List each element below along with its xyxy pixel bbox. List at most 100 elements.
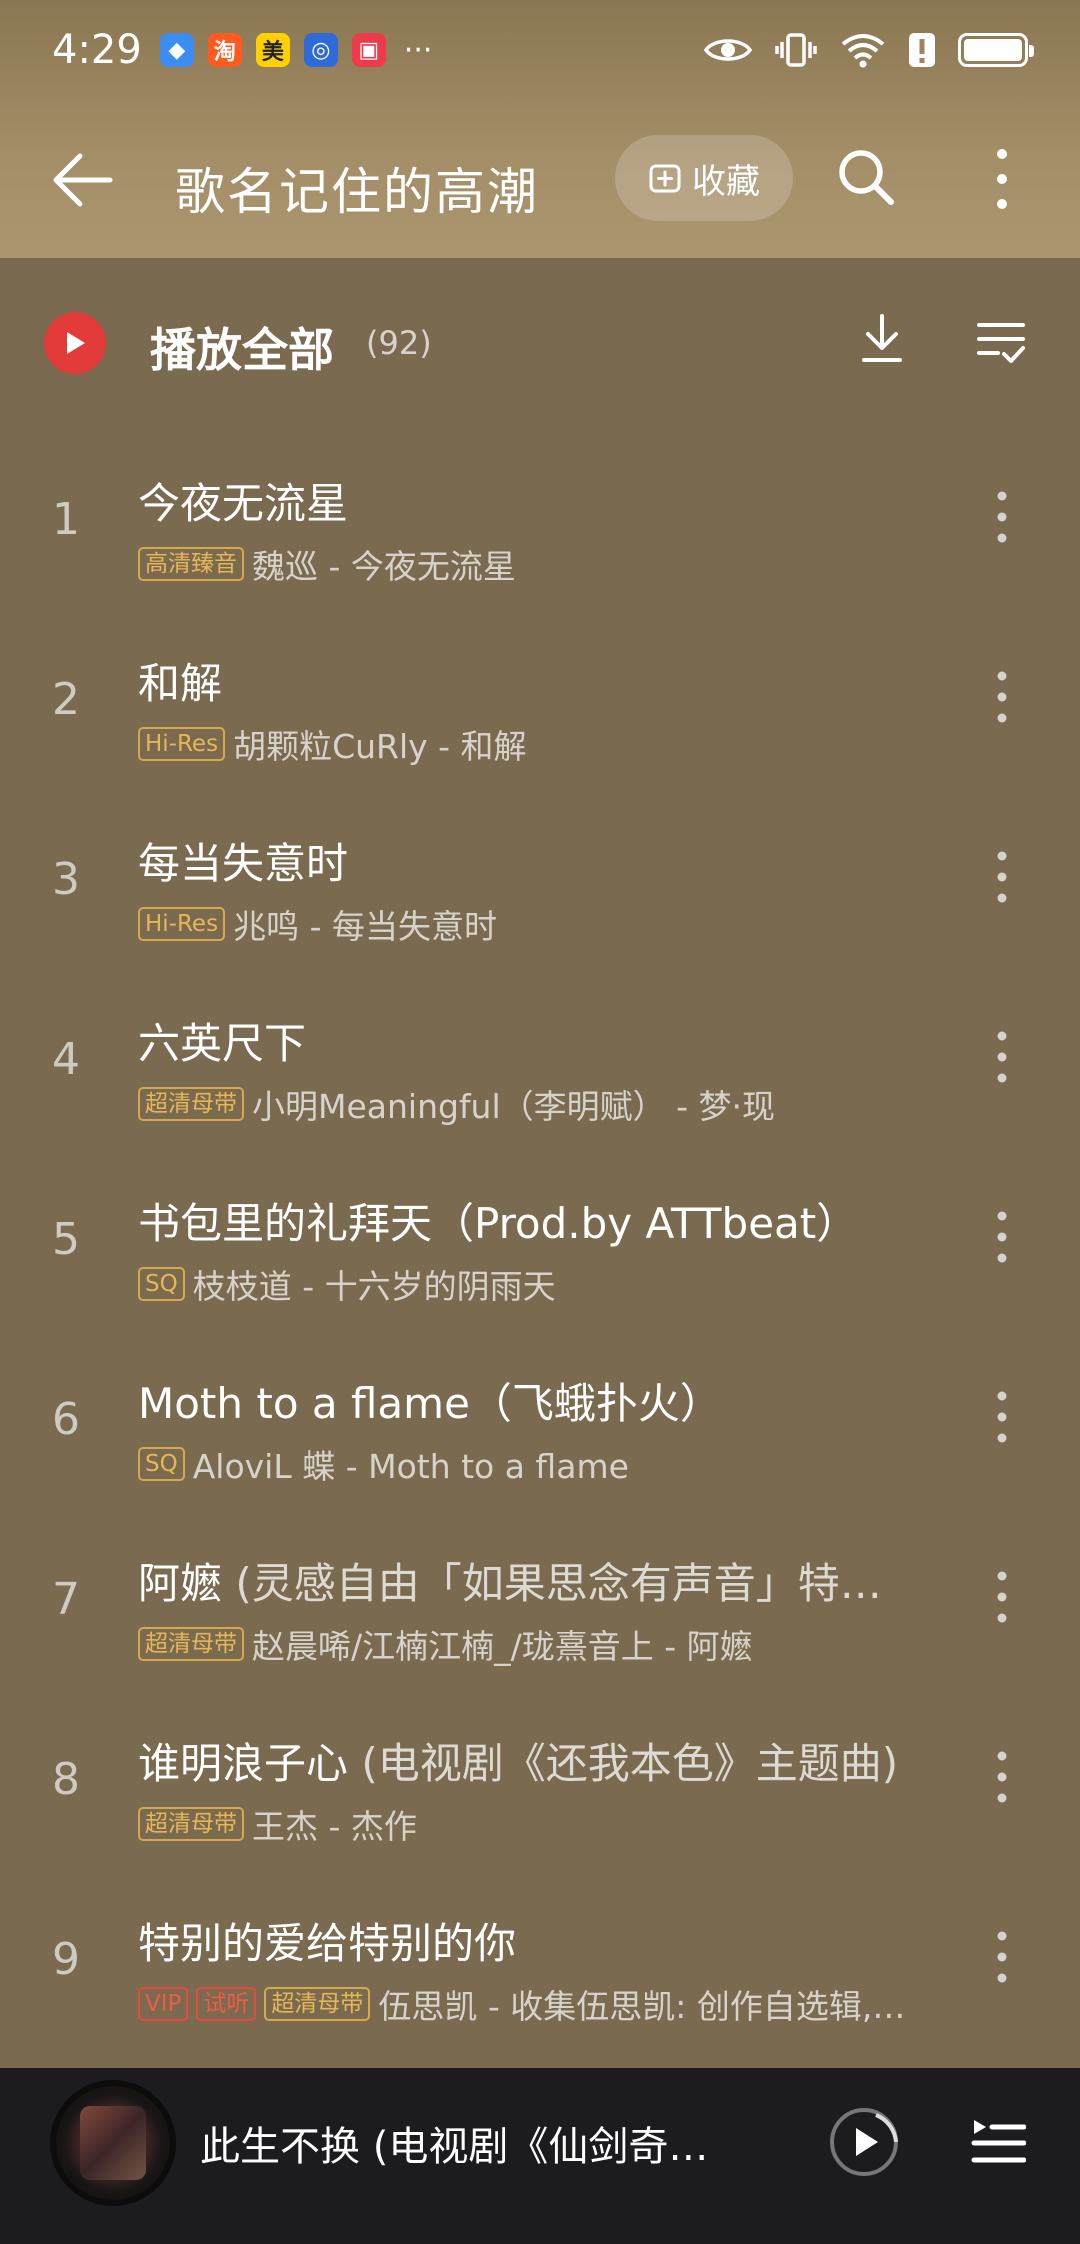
artist-album: AloviL 蝶 - Moth to a flame	[192, 1447, 629, 1486]
artist-album: 伍思凯 - 收集伍思凯: 创作自选辑,…	[378, 1987, 906, 2026]
song-meta: SQ AloviL 蝶 - Moth to a flame	[138, 1440, 629, 1488]
song-meta: SQ 枝枝道 - 十六岁的阴雨天	[138, 1260, 556, 1308]
song-title-subtitle: (灵感自由「如果思念有声音」特…	[222, 1559, 882, 1608]
favorite-button[interactable]: 收藏	[615, 135, 793, 221]
multi-select-icon[interactable]	[976, 320, 1026, 366]
song-title: 书包里的礼拜天（Prod.by ATTbeat）	[138, 1190, 858, 1251]
song-title-main: 和解	[138, 659, 223, 708]
meituan-icon: 美	[255, 33, 290, 67]
song-row[interactable]: 7 阿嬷 (灵感自由「如果思念有声音」特… 超清母带 赵晨唏/江楠江楠_/珑熹音上 -…	[0, 1508, 1080, 1688]
song-more-icon[interactable]	[996, 1030, 1008, 1084]
song-title-main: 六英尺下	[138, 1019, 307, 1068]
song-title-main: 阿嬷	[138, 1559, 223, 1608]
taobao-icon: 淘	[207, 33, 242, 67]
artist-album: 兆鸣 - 每当失意时	[233, 907, 497, 946]
album-art[interactable]	[50, 2080, 176, 2206]
artist-album: 小明Meaningful（李明赋） - 梦·现	[252, 1087, 776, 1126]
song-title: 六英尺下	[138, 1010, 306, 1071]
song-more-icon[interactable]	[996, 1930, 1008, 1984]
song-more-icon[interactable]	[996, 490, 1008, 544]
app-icon-lightbulb: ◎	[303, 33, 338, 67]
search-icon[interactable]	[835, 146, 897, 208]
app-icon-blue: ◆	[159, 33, 194, 67]
song-more-icon[interactable]	[996, 1570, 1008, 1624]
eye-icon	[704, 39, 752, 61]
song-title-main: 每当失意时	[138, 839, 349, 888]
song-more-icon[interactable]	[996, 670, 1008, 724]
song-number: 1	[52, 494, 80, 545]
play-all-label[interactable]: 播放全部	[150, 314, 334, 380]
song-title-subtitle: (电视剧《还我本色》主题曲)	[348, 1739, 899, 1788]
song-more-icon[interactable]	[996, 1390, 1008, 1444]
now-playing-title[interactable]: 此生不换 (电视剧《仙剑奇…	[200, 2114, 708, 2172]
song-title-main: 今夜无流星	[138, 479, 349, 528]
song-count: (92)	[366, 324, 432, 362]
quality-badge: Hi-Res	[138, 907, 226, 941]
page-title: 歌名记住的高潮	[175, 163, 539, 221]
song-title: 阿嬷 (灵感自由「如果思念有声音」特…	[138, 1550, 882, 1611]
song-row[interactable]: 1 今夜无流星高清臻音 魏巡 - 今夜无流星	[0, 428, 1080, 608]
song-meta: 超清母带 小明Meaningful（李明赋） - 梦·现	[138, 1080, 775, 1128]
song-number: 3	[52, 854, 80, 905]
song-title-main: 特别的爱给特别的你	[138, 1919, 517, 1968]
song-title: 每当失意时	[138, 830, 348, 891]
back-arrow-icon[interactable]	[50, 150, 114, 210]
artist-album: 枝枝道 - 十六岁的阴雨天	[192, 1267, 556, 1306]
song-title-main: Moth to a flame（飞蛾扑火）	[138, 1379, 722, 1428]
playlist-icon[interactable]	[970, 2114, 1026, 2168]
song-title: Moth to a flame（飞蛾扑火）	[138, 1370, 722, 1431]
mini-player[interactable]: 此生不换 (电视剧《仙剑奇…	[0, 2068, 1080, 2244]
quality-badge: 超清母带	[138, 1627, 244, 1661]
song-more-icon[interactable]	[996, 850, 1008, 904]
artist-album: 赵晨唏/江楠江楠_/珑熹音上 - 阿嬷	[252, 1627, 753, 1666]
song-title-main: 书包里的礼拜天（Prod.by ATTbeat）	[138, 1199, 859, 1248]
quality-badge: SQ	[138, 1447, 185, 1481]
song-row[interactable]: 6 Moth to a flame（飞蛾扑火） SQ AloviL 蝶 - Moth …	[0, 1328, 1080, 1508]
song-number: 2	[52, 674, 80, 725]
artist-album: 魏巡 - 今夜无流星	[252, 547, 516, 586]
song-more-icon[interactable]	[996, 1210, 1008, 1264]
wifi-icon	[841, 34, 885, 68]
song-row[interactable]: 2 和解 Hi-Res 胡颗粒CuRly - 和解	[0, 608, 1080, 788]
song-row[interactable]: 9 特别的爱给特别的你 VIP 试听 超清母带 伍思凯 - 收集伍思凯: 创作自选辑,…	[0, 1868, 1080, 2048]
song-title: 特别的爱给特别的你	[138, 1910, 516, 1971]
notification-icons: ◆ 淘美 ◎ ▣	[159, 33, 400, 67]
song-row[interactable]: 4 六英尺下超清母带 小明Meaningful（李明赋） - 梦·现	[0, 968, 1080, 1148]
song-number: 8	[52, 1754, 80, 1805]
more-notifications-icon: ···	[403, 32, 433, 68]
artist-album: 王杰 - 杰作	[252, 1807, 417, 1846]
song-title: 谁明浪子心 (电视剧《还我本色》主题曲)	[138, 1730, 898, 1791]
song-number: 9	[52, 1934, 80, 1985]
quality-badge: SQ	[138, 1267, 185, 1301]
song-row[interactable]: 5 书包里的礼拜天（Prod.by ATTbeat） SQ 枝枝道 - 十六岁的阴雨天	[0, 1148, 1080, 1328]
status-time: 4:29	[52, 27, 142, 73]
song-row[interactable]: 8 谁明浪子心 (电视剧《还我本色》主题曲) 超清母带 王杰 - 杰作	[0, 1688, 1080, 1868]
toolbar: 歌名记住的高潮 收藏	[0, 120, 1080, 240]
quality-badge: Hi-Res	[138, 727, 226, 761]
song-title-main: 谁明浪子心	[138, 1739, 349, 1788]
more-options-icon[interactable]	[990, 146, 1014, 212]
download-icon[interactable]	[860, 312, 904, 366]
trial-badge: 试听	[196, 1987, 257, 2021]
song-more-icon[interactable]	[996, 1750, 1008, 1804]
vip-badge: VIP	[138, 1987, 189, 2021]
song-title: 今夜无流星	[138, 470, 348, 531]
quality-badge: 超清母带	[264, 1987, 371, 2021]
song-number: 6	[52, 1394, 80, 1445]
battery-icon	[958, 33, 1034, 67]
song-meta: 高清臻音 魏巡 - 今夜无流星	[138, 540, 516, 588]
song-row[interactable]: 3 每当失意时 Hi-Res 兆鸣 - 每当失意时	[0, 788, 1080, 968]
quality-badge: 超清母带	[138, 1087, 244, 1121]
song-list-panel: 播放全部 (92) 1 今夜无流星 高清臻音 魏巡 - 今夜无流星 2 和解 Hi-Res 胡…	[0, 258, 1080, 2068]
song-number: 7	[52, 1574, 80, 1625]
quality-badge: 超清母带	[138, 1807, 244, 1841]
song-title: 和解	[138, 650, 222, 711]
play-all-icon[interactable]	[44, 312, 106, 374]
play-pause-icon[interactable]	[828, 2106, 900, 2178]
song-meta: Hi-Res 兆鸣 - 每当失意时	[138, 900, 497, 948]
header-background: 4:29 ◆ 淘美 ◎ ▣ ··· 歌名记住的高潮 收藏	[0, 0, 1080, 258]
play-all-row[interactable]: 播放全部 (92)	[0, 258, 1080, 428]
vibrate-icon	[775, 33, 817, 67]
alert-icon	[909, 33, 935, 67]
song-number: 4	[52, 1034, 80, 1085]
